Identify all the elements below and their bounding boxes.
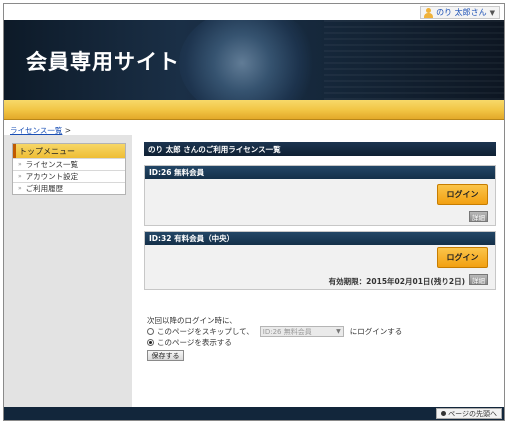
header-banner: 会員専用サイト <box>4 20 504 100</box>
option-skip-prefix: このページをスキップして、 <box>157 327 254 336</box>
license-card-paid: ID:32 有料会員（中央） ログイン 有効期限：2015年02月01日(残り2… <box>144 231 496 290</box>
license-select[interactable]: ID:26 無料会員 ▼ <box>259 326 344 337</box>
sidebar-item-label: ご利用履歴 <box>25 184 64 193</box>
arrow-right-icon: » <box>18 185 22 192</box>
side-menu-header[interactable]: トップメニュー <box>13 144 125 158</box>
save-button[interactable]: 保存する <box>147 350 184 361</box>
sidebar-item-label: ライセンス一覧 <box>25 160 79 169</box>
license-select-value: ID:26 無料会員 <box>262 327 312 336</box>
back-to-top-label: ページの先頭へ <box>448 409 497 418</box>
preferences-intro: 次回以降のログイン時に、 <box>147 316 237 325</box>
chevron-down-icon: ▼ <box>489 8 495 17</box>
user-bar: のり 太郎さん ▼ <box>4 4 504 20</box>
circle-icon <box>441 411 447 416</box>
license-title: ID:32 有料会員（中央） <box>145 232 495 245</box>
option-show-row: このページを表示する <box>147 337 402 348</box>
expiry-text: 有効期限：2015年02月01日(残り2日) <box>328 277 465 286</box>
detail-button[interactable]: 詳細 <box>469 211 488 222</box>
detail-button[interactable]: 詳細 <box>469 274 488 285</box>
sidebar-item-account[interactable]: » アカウント設定 <box>13 170 125 182</box>
user-icon <box>424 7 434 18</box>
globe-image <box>179 20 319 100</box>
site-title: 会員専用サイト <box>26 50 180 74</box>
license-title: ID:26 無料会員 <box>145 166 495 179</box>
sidebar-item-label: アカウント設定 <box>25 172 79 181</box>
banner-decoration <box>324 20 504 100</box>
user-name: のり 太郎さん <box>436 8 487 17</box>
license-list-heading: のり 太郎 さんのご利用ライセンス一覧 <box>144 142 496 156</box>
option-skip-suffix: にログインする <box>349 327 403 336</box>
option-skip-row: このページをスキップして、 ID:26 無料会員 ▼ にログインする <box>147 326 402 337</box>
arrow-right-icon: » <box>18 173 22 180</box>
header-accent-bar <box>4 100 504 120</box>
breadcrumb-link-licenses[interactable]: ライセンス一覧 <box>10 126 62 135</box>
breadcrumb-separator: > <box>64 126 72 135</box>
chevron-down-icon: ▼ <box>336 328 341 335</box>
login-preferences: 次回以降のログイン時に、 このページをスキップして、 ID:26 無料会員 ▼ … <box>147 315 402 361</box>
user-menu[interactable]: のり 太郎さん ▼ <box>420 6 500 19</box>
sidebar-item-licenses[interactable]: » ライセンス一覧 <box>13 158 125 170</box>
radio-skip[interactable] <box>147 328 154 335</box>
arrow-right-icon: » <box>18 161 22 168</box>
radio-show[interactable] <box>147 339 154 346</box>
browser-page: のり 太郎さん ▼ 会員専用サイト ライセンス一覧 > トップメニュー » ライ… <box>3 3 505 421</box>
footer: ページの先頭へ <box>4 407 504 420</box>
sidebar-item-history[interactable]: » ご利用履歴 <box>13 182 125 194</box>
option-show-label: このページを表示する <box>157 338 232 347</box>
login-button[interactable]: ログイン <box>437 247 488 268</box>
side-menu: トップメニュー » ライセンス一覧 » アカウント設定 » ご利用履歴 <box>12 143 126 195</box>
back-to-top-button[interactable]: ページの先頭へ <box>436 408 502 419</box>
license-card-free: ID:26 無料会員 ログイン 詳細 <box>144 165 496 226</box>
login-button[interactable]: ログイン <box>437 184 488 205</box>
